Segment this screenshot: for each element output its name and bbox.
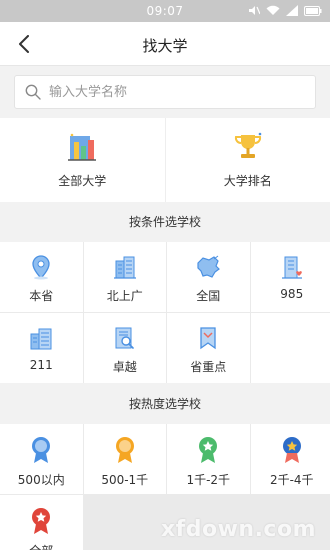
popularity-2k-4k-button[interactable]: 2千-4千 — [250, 424, 330, 494]
filter-bsg[interactable]: 北上广 — [83, 242, 166, 312]
university-ranking-button[interactable]: 大学排名 — [164, 118, 330, 202]
search-input[interactable] — [49, 76, 309, 108]
filter-985-label: 985 — [280, 287, 304, 301]
buildings-icon — [30, 328, 52, 350]
filter-excellence-label: 卓越 — [112, 360, 137, 374]
location-pin-icon — [32, 255, 50, 280]
filter-national-label: 全国 — [196, 289, 221, 303]
medal-navy-icon — [282, 437, 301, 463]
page-title: 找大学 — [142, 37, 188, 55]
medal-orange-icon — [115, 437, 134, 463]
all-universities-icon — [68, 133, 97, 161]
signal-icon — [286, 5, 298, 16]
nav-bar: 找大学 — [0, 22, 330, 66]
popularity-500-1k-label: 500-1千 — [101, 473, 149, 487]
popularity-1k-2k-button[interactable]: 1千-2千 — [167, 424, 250, 494]
trophy-icon — [234, 132, 262, 158]
condition-section-title: 按条件选学校 — [0, 202, 330, 242]
popularity-500-label: 500以内 — [17, 473, 65, 487]
wifi-icon — [266, 5, 280, 15]
search-section — [0, 66, 330, 118]
popularity-500-1k-button[interactable]: 500-1千 — [83, 424, 166, 494]
filter-provincial-key-label: 省重点 — [190, 360, 227, 374]
document-search-icon — [115, 327, 134, 349]
china-map-icon — [197, 255, 221, 278]
filter-national[interactable]: 全国 — [167, 242, 250, 312]
filter-excellence[interactable]: 卓越 — [83, 313, 166, 383]
building-heart-icon — [281, 256, 302, 279]
popularity-section-title: 按热度选学校 — [0, 384, 330, 424]
watermark: xfdown.com — [160, 517, 316, 542]
filter-985[interactable]: 985 — [250, 242, 330, 312]
filter-bsg-label: 北上广 — [106, 289, 143, 303]
medal-blue-icon — [32, 437, 51, 463]
filter-211-label: 211 — [29, 358, 53, 372]
popularity-all-button[interactable]: 全部 — [0, 495, 83, 550]
bookmark-icon — [200, 327, 216, 350]
empty-cell — [250, 313, 330, 383]
medal-red-icon — [32, 508, 51, 534]
popularity-2k-4k-label: 2千-4千 — [269, 473, 314, 487]
medal-green-icon — [199, 437, 218, 463]
university-ranking-label: 大学排名 — [223, 174, 272, 188]
filter-provincial-key[interactable]: 省重点 — [167, 313, 250, 383]
search-icon — [25, 84, 41, 100]
status-icons — [248, 5, 322, 16]
search-box[interactable] — [14, 75, 316, 109]
filter-province[interactable]: 本省 — [0, 242, 83, 312]
condition-grid: 本省 北上广 全国 985 211 卓越 省重点 — [0, 242, 330, 383]
city-buildings-icon — [113, 256, 136, 279]
popularity-1k-2k-label: 1千-2千 — [186, 473, 231, 487]
status-bar: 09:07 — [0, 0, 330, 22]
mute-icon — [249, 6, 260, 15]
filter-211[interactable]: 211 — [0, 313, 83, 383]
popularity-all-label: 全部 — [29, 542, 53, 550]
all-universities-button[interactable]: 全部大学 — [0, 118, 165, 202]
popularity-500-button[interactable]: 500以内 — [0, 424, 83, 494]
all-universities-label: 全部大学 — [58, 174, 107, 188]
filter-province-label: 本省 — [29, 289, 54, 303]
quick-links: 全部大学 大学排名 — [0, 118, 330, 202]
battery-icon — [304, 5, 322, 16]
